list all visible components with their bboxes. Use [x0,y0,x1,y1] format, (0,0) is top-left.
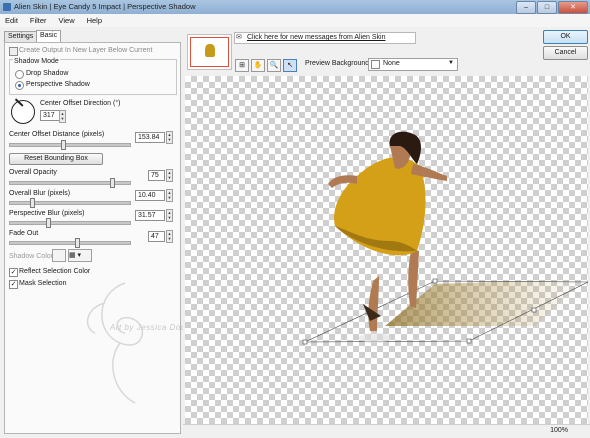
fade-out-slider[interactable] [9,238,131,248]
preview-navigator[interactable] [187,34,232,70]
menu-bar: Edit Filter View Help [0,14,590,28]
overall-opacity-input[interactable]: 75 [148,170,165,181]
window-title: Alien Skin | Eye Candy 5 Impact | Perspe… [14,2,196,11]
drop-shadow-label: Drop Shadow [26,70,69,77]
mask-selection-label: Mask Selection [19,280,67,287]
perspective-blur-spinner[interactable]: ▲ ▼ [166,209,173,222]
distance-spinner[interactable]: ▲ ▼ [166,131,173,144]
overall-blur-spinner[interactable]: ▲ ▼ [166,189,173,202]
slider-thumb[interactable] [30,198,35,208]
direction-spinner[interactable]: ▲ ▼ [59,110,66,123]
cancel-button[interactable]: Cancel [543,46,588,60]
handle[interactable] [531,307,537,313]
preview-background-select[interactable]: None ▼ [368,58,458,71]
navigator-thumbnail [205,44,215,57]
menu-filter[interactable]: Filter [25,14,52,25]
select-tool-icon[interactable]: ↖ [283,59,297,72]
center-offset-distance-input[interactable]: 153.84 [135,132,165,143]
minimize-button[interactable]: – [516,1,536,14]
settings-panel: Settings Basic Create Output In New Laye… [0,27,210,437]
close-button[interactable]: ✕ [558,1,588,14]
handle[interactable] [432,278,438,284]
handle[interactable] [466,338,472,344]
hand-tool-icon[interactable]: ✋ [251,59,265,72]
opacity-spinner[interactable]: ▲ ▼ [166,169,173,182]
reset-bounding-box-button[interactable]: Reset Bounding Box [9,153,103,165]
preview-background-value: None [383,60,400,67]
overall-blur-input[interactable]: 10.40 [135,190,165,201]
color-grid-icon[interactable]: ▦ ▾ [68,249,92,262]
handle[interactable] [302,339,308,345]
slider-thumb[interactable] [75,238,80,248]
fade-out-label: Fade Out [9,230,39,237]
center-offset-distance-label: Center Offset Distance (pixels) [9,131,105,138]
reflect-selection-checkbox[interactable]: ✓ [9,268,18,277]
center-offset-direction-label: Center Offset Direction (°) [40,100,121,107]
center-offset-distance-slider[interactable] [9,140,131,150]
create-output-checkbox[interactable] [9,47,18,56]
slider-thumb[interactable] [110,178,115,188]
zoom-level: 100% [550,427,568,434]
overall-opacity-label: Overall Opacity [9,169,57,176]
watermark-swirl [86,282,144,404]
perspective-blur-label: Perspective Blur (pixels) [9,210,85,217]
ok-button[interactable]: OK [543,30,588,44]
mask-selection-checkbox[interactable]: ✓ [9,280,18,289]
background-swatch-icon [371,60,380,69]
fade-out-input[interactable]: 47 [148,231,165,242]
before-after-icon[interactable]: ⊞ [235,59,249,72]
messages-link[interactable]: Click here for new messages from Alien S… [247,34,386,41]
mail-icon: ✉ [236,34,242,41]
maximize-button[interactable]: □ [537,1,557,14]
drop-shadow-radio[interactable] [15,70,24,79]
message-bar: ✉ Click here for new messages from Alien… [234,32,416,44]
preview-background-label: Preview Background [305,60,370,67]
overall-blur-label: Overall Blur (pixels) [9,190,71,197]
perspective-blur-input[interactable]: 31.57 [135,210,165,221]
title-bar: Alien Skin | Eye Candy 5 Impact | Perspe… [0,0,590,14]
fade-out-spinner[interactable]: ▲ ▼ [166,230,173,243]
perspective-shadow-radio[interactable] [15,81,24,90]
navigator-viewport[interactable] [190,37,229,67]
preview-image [302,131,589,345]
shadow-mode-label: Shadow Mode [13,58,60,65]
app-icon [3,3,11,11]
center-offset-direction-input[interactable]: 317 [40,110,60,121]
shadow-color-label: Shadow Color [9,253,53,260]
menu-help[interactable]: Help [82,14,107,25]
preview-canvas[interactable] [185,76,589,424]
basic-tab-content: Create Output In New Layer Below Current… [4,42,210,434]
overall-blur-slider[interactable] [9,198,131,208]
menu-view[interactable]: View [54,14,80,25]
zoom-tool-icon[interactable]: 🔍 [267,59,281,72]
status-bar: 100% [183,424,590,438]
slider-thumb[interactable] [46,218,51,228]
direction-dial[interactable] [11,98,35,124]
slider-thumb[interactable] [61,140,66,150]
chevron-down-icon: ▼ [448,60,454,66]
tab-settings[interactable]: Settings [4,31,38,42]
perspective-blur-slider[interactable] [9,218,131,228]
menu-edit[interactable]: Edit [0,14,23,25]
shadow-color-swatch[interactable] [52,249,66,262]
overall-opacity-slider[interactable] [9,178,131,188]
perspective-shadow-label: Perspective Shadow [26,81,90,88]
create-output-label: Create Output In New Layer Below Current [19,47,153,54]
